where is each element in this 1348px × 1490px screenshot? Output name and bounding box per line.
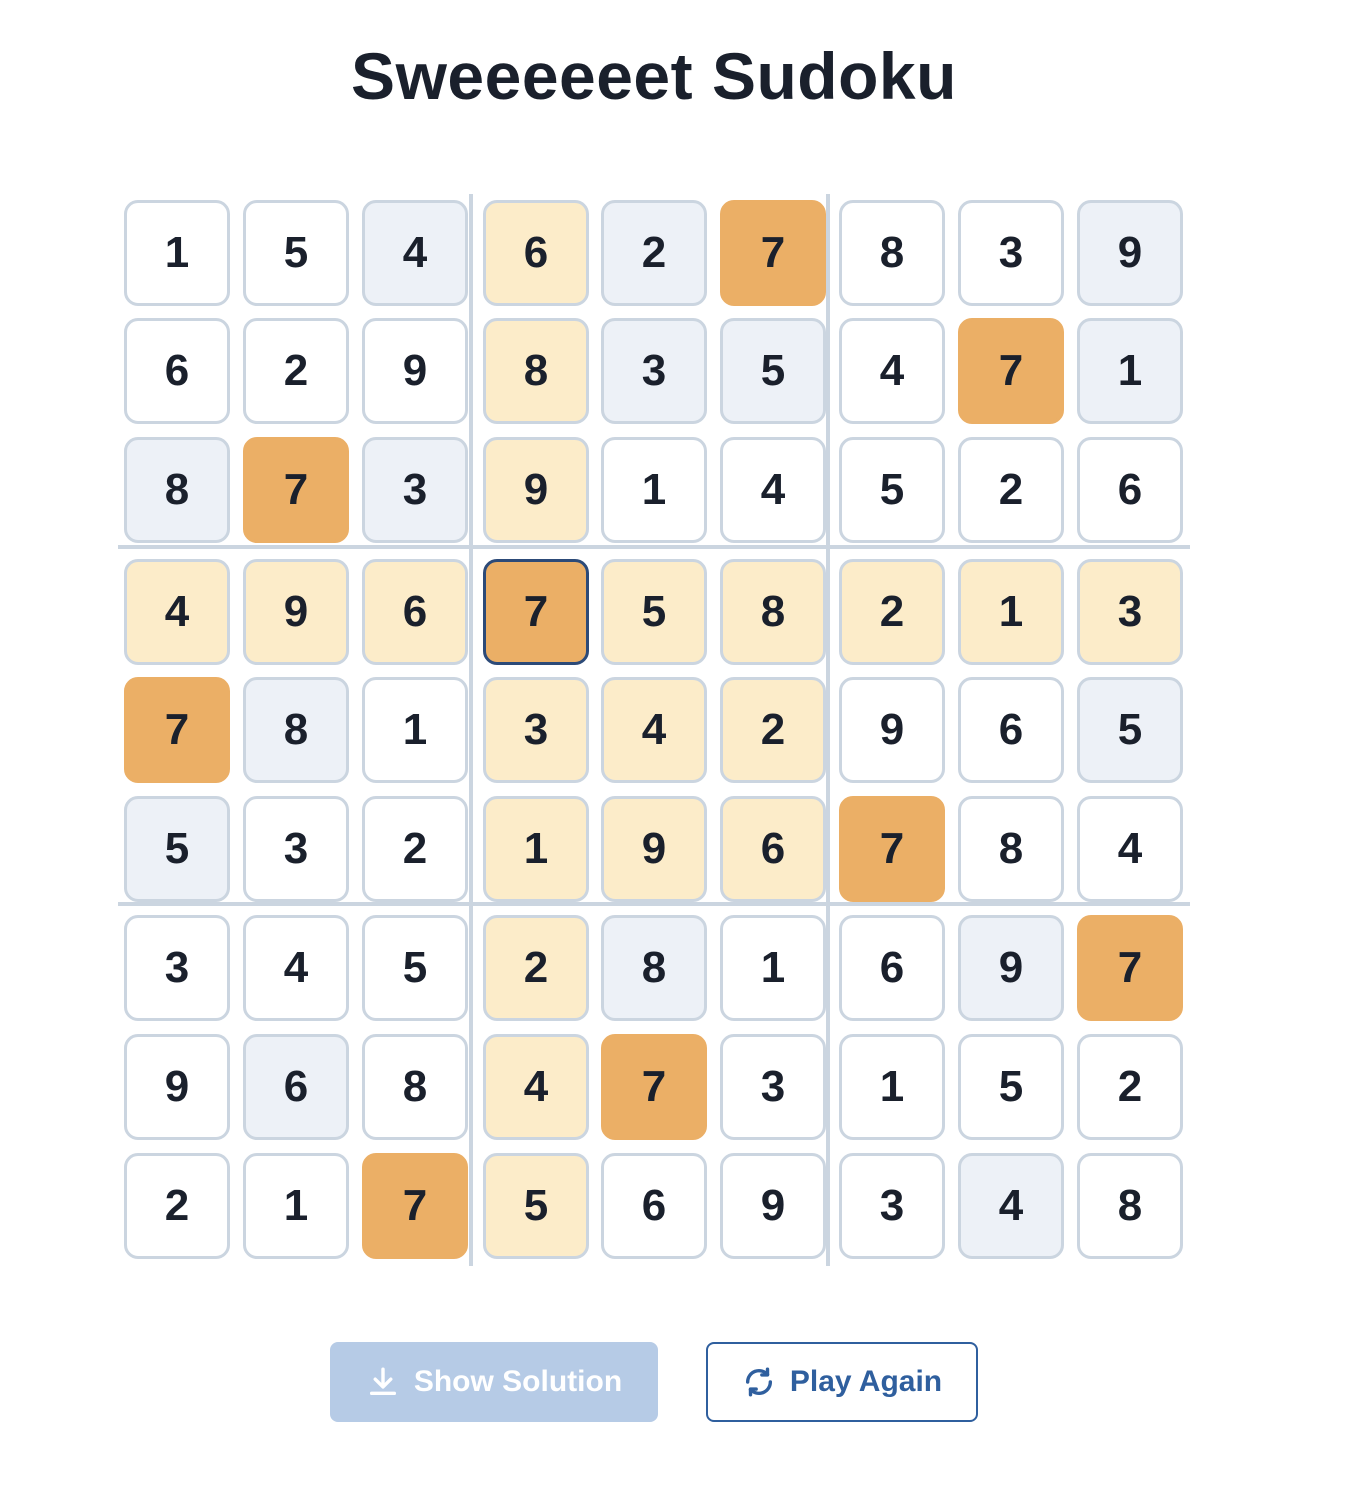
sudoku-cell[interactable]: 4: [362, 200, 468, 306]
show-solution-button[interactable]: Show Solution: [330, 1342, 658, 1422]
sudoku-cell[interactable]: 4: [720, 437, 826, 543]
sudoku-cell[interactable]: 5: [362, 915, 468, 1021]
sudoku-cell[interactable]: 6: [124, 318, 230, 424]
sudoku-cell[interactable]: 4: [1077, 796, 1183, 902]
sudoku-cell[interactable]: 3: [483, 677, 589, 783]
sudoku-cell[interactable]: 5: [1077, 677, 1183, 783]
board-divider-horizontal-2: [118, 902, 1190, 906]
sudoku-cell[interactable]: 8: [483, 318, 589, 424]
sudoku-cell[interactable]: 5: [839, 437, 945, 543]
sudoku-cell[interactable]: 7: [483, 559, 589, 665]
sudoku-cell[interactable]: 1: [362, 677, 468, 783]
sudoku-cell[interactable]: 2: [243, 318, 349, 424]
sudoku-cell[interactable]: 8: [1077, 1153, 1183, 1259]
sudoku-cell[interactable]: 7: [1077, 915, 1183, 1021]
sudoku-page: Sweeeeeet Sudoku 15462783962983547187391…: [0, 0, 1348, 1490]
sudoku-cell[interactable]: 1: [483, 796, 589, 902]
sudoku-cell[interactable]: 9: [1077, 200, 1183, 306]
show-solution-label: Show Solution: [413, 1365, 623, 1398]
sudoku-cell[interactable]: 4: [483, 1034, 589, 1140]
sudoku-cell[interactable]: 7: [362, 1153, 468, 1259]
sudoku-cell[interactable]: 9: [601, 796, 707, 902]
sudoku-cell[interactable]: 1: [124, 200, 230, 306]
sudoku-cell[interactable]: 5: [601, 559, 707, 665]
sudoku-cell[interactable]: 6: [601, 1153, 707, 1259]
sudoku-cell[interactable]: 7: [958, 318, 1064, 424]
sudoku-cell[interactable]: 7: [839, 796, 945, 902]
play-again-button[interactable]: Play Again: [706, 1342, 978, 1422]
sudoku-cell[interactable]: 6: [1077, 437, 1183, 543]
board-divider-horizontal-1: [118, 545, 1190, 549]
sudoku-cell[interactable]: 2: [839, 559, 945, 665]
sudoku-cell[interactable]: 3: [601, 318, 707, 424]
sudoku-cell[interactable]: 8: [124, 437, 230, 543]
sudoku-cell[interactable]: 8: [839, 200, 945, 306]
sudoku-cell[interactable]: 1: [1077, 318, 1183, 424]
sudoku-cell[interactable]: 3: [362, 437, 468, 543]
sudoku-cell[interactable]: 2: [124, 1153, 230, 1259]
play-again-label: Play Again: [789, 1365, 943, 1398]
refresh-icon: [742, 1365, 776, 1399]
board-divider-vertical-2: [826, 194, 830, 1266]
sudoku-cell[interactable]: 1: [839, 1034, 945, 1140]
board-divider-vertical-1: [469, 194, 473, 1266]
sudoku-cell[interactable]: 2: [958, 437, 1064, 543]
sudoku-cell[interactable]: 1: [720, 915, 826, 1021]
sudoku-cell[interactable]: 7: [243, 437, 349, 543]
sudoku-cell[interactable]: 8: [362, 1034, 468, 1140]
sudoku-cell[interactable]: 8: [243, 677, 349, 783]
sudoku-cell[interactable]: 9: [720, 1153, 826, 1259]
sudoku-cell[interactable]: 8: [601, 915, 707, 1021]
sudoku-cell[interactable]: 1: [243, 1153, 349, 1259]
sudoku-cell[interactable]: 9: [124, 1034, 230, 1140]
sudoku-cell[interactable]: 3: [124, 915, 230, 1021]
sudoku-board: 1546278396298354718739145264967582137813…: [118, 194, 1190, 1266]
sudoku-cell[interactable]: 7: [601, 1034, 707, 1140]
sudoku-cell[interactable]: 9: [362, 318, 468, 424]
sudoku-cell[interactable]: 3: [958, 200, 1064, 306]
sudoku-cell[interactable]: 1: [601, 437, 707, 543]
page-title: Sweeeeeet Sudoku: [351, 39, 957, 113]
sudoku-cell[interactable]: 6: [483, 200, 589, 306]
sudoku-cell[interactable]: 9: [483, 437, 589, 543]
sudoku-cell[interactable]: 4: [958, 1153, 1064, 1259]
sudoku-cell[interactable]: 3: [243, 796, 349, 902]
sudoku-cell[interactable]: 7: [124, 677, 230, 783]
sudoku-cell[interactable]: 5: [720, 318, 826, 424]
download-icon: [366, 1365, 400, 1399]
sudoku-cell[interactable]: 3: [720, 1034, 826, 1140]
sudoku-cell[interactable]: 6: [958, 677, 1064, 783]
sudoku-cell[interactable]: 4: [243, 915, 349, 1021]
sudoku-cell[interactable]: 5: [958, 1034, 1064, 1140]
sudoku-cell[interactable]: 2: [483, 915, 589, 1021]
sudoku-cell[interactable]: 4: [839, 318, 945, 424]
sudoku-cell[interactable]: 8: [720, 559, 826, 665]
sudoku-cell[interactable]: 2: [1077, 1034, 1183, 1140]
sudoku-cell[interactable]: 2: [720, 677, 826, 783]
sudoku-cell[interactable]: 7: [720, 200, 826, 306]
sudoku-cell[interactable]: 1: [958, 559, 1064, 665]
sudoku-cell[interactable]: 9: [243, 559, 349, 665]
sudoku-cell[interactable]: 9: [839, 677, 945, 783]
sudoku-cell[interactable]: 6: [839, 915, 945, 1021]
sudoku-cell[interactable]: 2: [362, 796, 468, 902]
sudoku-cell[interactable]: 9: [958, 915, 1064, 1021]
sudoku-cell[interactable]: 4: [601, 677, 707, 783]
sudoku-cell[interactable]: 8: [958, 796, 1064, 902]
sudoku-cell[interactable]: 3: [839, 1153, 945, 1259]
sudoku-cell[interactable]: 3: [1077, 559, 1183, 665]
sudoku-cell[interactable]: 2: [601, 200, 707, 306]
sudoku-cell[interactable]: 5: [243, 200, 349, 306]
sudoku-cell[interactable]: 6: [362, 559, 468, 665]
sudoku-cell[interactable]: 6: [720, 796, 826, 902]
sudoku-cell[interactable]: 5: [483, 1153, 589, 1259]
sudoku-cell[interactable]: 5: [124, 796, 230, 902]
sudoku-cell[interactable]: 4: [124, 559, 230, 665]
sudoku-cell[interactable]: 6: [243, 1034, 349, 1140]
